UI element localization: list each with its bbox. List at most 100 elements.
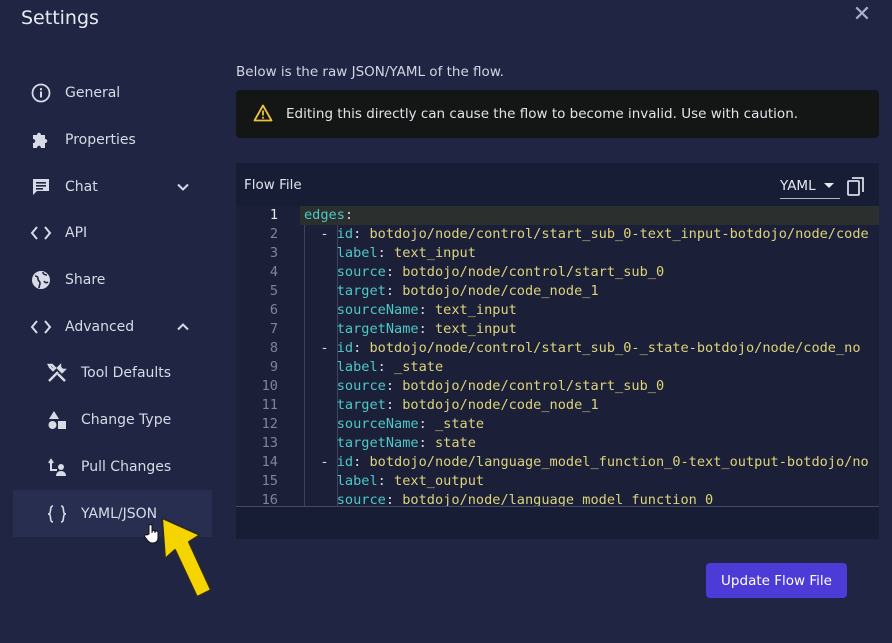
code-value: _state — [434, 416, 485, 432]
sidebar-item-pull-changes[interactable]: Pull Changes — [13, 444, 212, 491]
line-number: 2 — [269, 226, 278, 242]
code-key: source — [336, 378, 386, 394]
code-line: - id: botdojo/node/control/start_sub_0-t… — [304, 225, 869, 244]
warning-icon — [253, 104, 273, 122]
braces-icon — [46, 503, 68, 525]
code-line: - id: botdojo/node/language_model_functi… — [304, 453, 869, 472]
code-value: state — [434, 435, 476, 451]
code-line: source: botdojo/node/language_model_func… — [304, 491, 714, 507]
update-flow-file-button[interactable]: Update Flow File — [706, 563, 847, 598]
code-key: id — [336, 226, 354, 242]
code-punct: : — [418, 416, 435, 432]
code-line: - id: botdojo/node/control/start_sub_0-_… — [304, 339, 861, 358]
tools-icon — [46, 362, 68, 384]
sidebar: General Properties Chat API Share Advanc… — [13, 70, 212, 537]
code-value: botdojo/node/language_model_function_0 — [402, 492, 714, 507]
caret-down-icon — [824, 183, 834, 188]
code-punct: : — [418, 302, 435, 318]
sidebar-item-general[interactable]: General — [13, 70, 212, 117]
code-key: edges — [304, 207, 345, 223]
code-value: _state — [394, 359, 444, 375]
sidebar-item-properties[interactable]: Properties — [13, 117, 212, 164]
sidebar-item-chat[interactable]: Chat — [13, 163, 212, 210]
pull-icon — [46, 456, 68, 478]
sidebar-item-label: Advanced — [65, 318, 135, 335]
warning-banner: Editing this directly can cause the flow… — [236, 90, 879, 138]
line-number: 3 — [269, 245, 278, 261]
code-line: sourceName: _state — [304, 415, 484, 434]
format-select[interactable]: YAML — [780, 174, 840, 199]
sidebar-item-label: API — [65, 225, 88, 242]
code-icon — [30, 222, 52, 244]
puzzle-icon — [30, 129, 52, 151]
code-punct: : — [377, 245, 395, 261]
description-text: Below is the raw JSON/YAML of the flow. — [236, 64, 504, 80]
globe-icon — [30, 269, 52, 291]
format-select-value: YAML — [780, 178, 816, 194]
line-number: 15 — [261, 473, 278, 489]
sidebar-item-label: Tool Defaults — [81, 365, 172, 382]
sidebar-item-tool-defaults[interactable]: Tool Defaults — [13, 350, 212, 397]
sidebar-item-api[interactable]: API — [13, 210, 212, 257]
code-key: targetName — [336, 435, 419, 451]
line-number: 8 — [269, 340, 278, 356]
sidebar-item-label: Properties — [65, 132, 136, 149]
code-editor[interactable]: 1 2 3 4 5 6 7 8 9 10 11 12 13 14 15 16 edges: - id: bot… — [236, 206, 879, 507]
code-line: source: botdojo/node/control/start_sub_0 — [304, 377, 664, 396]
code-key: targetName — [336, 321, 419, 337]
code-line: label: text_output — [304, 472, 484, 491]
line-number: 5 — [269, 283, 278, 299]
sidebar-item-label: Share — [65, 272, 106, 289]
chevron-up-icon[interactable] — [176, 320, 190, 334]
code-value: botdojo/node/control/start_sub_0 — [402, 378, 665, 394]
code-value: botdojo/node/language_model_function_0-t… — [369, 454, 869, 470]
sidebar-item-advanced[interactable]: Advanced — [13, 303, 212, 350]
sidebar-item-share[interactable]: Share — [13, 257, 212, 304]
code-line: label: text_input — [304, 244, 476, 263]
code-line: source: botdojo/node/control/start_sub_0 — [304, 263, 664, 282]
line-number: 14 — [261, 454, 278, 470]
code-key: label — [336, 245, 378, 261]
code-key: sourceName — [336, 416, 419, 432]
code-punct: : — [353, 454, 370, 470]
page-title: Settings — [21, 7, 99, 29]
line-number: 9 — [269, 359, 278, 375]
code-line: sourceName: text_input — [304, 301, 517, 320]
code-value: botdojo/node/code_node_1 — [402, 283, 599, 299]
code-value: text_input — [434, 302, 517, 318]
sidebar-item-label: Chat — [65, 178, 98, 195]
code-punct: : — [377, 473, 395, 489]
code-value: botdojo/node/control/start_sub_0-_state-… — [369, 340, 861, 356]
line-number: 1 — [269, 207, 278, 223]
code-punct: : — [344, 207, 354, 223]
code-content[interactable]: edges: - id: botdojo/node/control/start_… — [304, 206, 879, 506]
code-value: text_input — [434, 321, 517, 337]
code-key: id — [336, 340, 354, 356]
pointer-arrow-icon — [161, 517, 212, 598]
code-key: label — [336, 473, 378, 489]
info-icon — [30, 82, 52, 104]
code-value: botdojo/node/control/start_sub_0 — [402, 264, 665, 280]
code-indent: - — [304, 226, 337, 242]
panel-title: Flow File — [244, 177, 302, 193]
line-number: 6 — [269, 302, 278, 318]
code-value: botdojo/node/control/start_sub_0-text_in… — [369, 226, 869, 242]
code-line: label: _state — [304, 358, 443, 377]
line-number: 10 — [261, 378, 278, 394]
code-value: botdojo/node/code_node_1 — [402, 397, 599, 413]
code-punct: : — [418, 321, 435, 337]
code-punct: : — [418, 435, 435, 451]
copy-icon[interactable] — [847, 177, 865, 197]
sidebar-item-change-type[interactable]: Change Type — [13, 397, 212, 444]
close-icon[interactable]: ✕ — [851, 4, 873, 26]
code-punct: : — [385, 492, 403, 507]
chevron-down-icon[interactable] — [176, 180, 190, 194]
code-punct: : — [385, 264, 403, 280]
